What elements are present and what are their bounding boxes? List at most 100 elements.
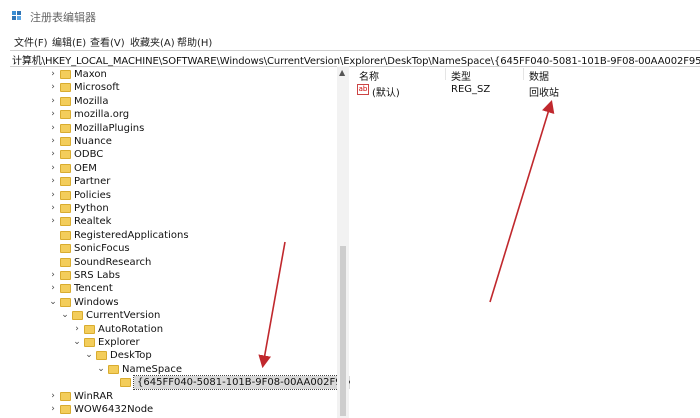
folder-icon bbox=[60, 163, 71, 173]
folder-icon bbox=[60, 271, 71, 280]
chevron-right-icon[interactable]: › bbox=[48, 122, 58, 135]
window-title: 注册表编辑器 bbox=[30, 11, 96, 24]
tree-item[interactable]: › Partner bbox=[48, 175, 350, 188]
chevron-right-icon[interactable]: › bbox=[48, 108, 58, 121]
column-separator[interactable] bbox=[445, 68, 446, 80]
tree-item-label: Tencent bbox=[74, 283, 113, 295]
folder-icon bbox=[60, 83, 71, 93]
tree-item[interactable]: › SRS Labs bbox=[48, 269, 350, 282]
tree-item-label: Policies bbox=[74, 189, 111, 201]
folder-icon bbox=[84, 338, 95, 347]
chevron-right-icon[interactable]: › bbox=[48, 390, 58, 403]
tree-item[interactable]: ⌄ CurrentVersion bbox=[60, 309, 350, 322]
tree-item[interactable]: ⌄ Explorer bbox=[72, 336, 350, 349]
tree-item[interactable]: › mozilla.org bbox=[48, 108, 350, 121]
folder-icon bbox=[60, 177, 71, 187]
tree-item[interactable]: › AutoRotation bbox=[72, 323, 350, 336]
tree-item[interactable]: SoundResearch bbox=[48, 256, 350, 269]
chevron-down-icon[interactable]: ⌄ bbox=[84, 349, 94, 362]
tree-item[interactable]: › Realtek bbox=[48, 215, 350, 228]
tree-item-label: Windows bbox=[74, 296, 119, 308]
tree-item[interactable]: › Mozilla bbox=[48, 95, 350, 108]
tree-item-label: SoundResearch bbox=[74, 256, 152, 268]
folder-icon bbox=[60, 297, 71, 307]
menu-edit[interactable]: 编辑(E) bbox=[52, 34, 86, 49]
tree-item-label: MozillaPlugins bbox=[74, 122, 145, 134]
column-header-type[interactable]: 类型 bbox=[451, 68, 471, 83]
chevron-down-icon[interactable]: ⌄ bbox=[60, 309, 70, 322]
tree-item[interactable]: › Tencent bbox=[48, 282, 350, 295]
folder-icon bbox=[72, 311, 83, 321]
folder-icon bbox=[108, 364, 119, 374]
tree-item[interactable]: RegisteredApplications bbox=[48, 229, 350, 242]
tree-item-label: CurrentVersion bbox=[86, 310, 161, 322]
chevron-right-icon[interactable]: › bbox=[48, 189, 58, 202]
menu-view[interactable]: 查看(V) bbox=[90, 34, 125, 49]
tree-item[interactable]: › OEM bbox=[48, 162, 350, 175]
tree-item[interactable]: › Nuance bbox=[48, 135, 350, 148]
tree-item-label: NameSpace bbox=[122, 363, 182, 375]
chevron-right-icon[interactable]: › bbox=[48, 162, 58, 175]
address-bar[interactable]: 计算机\HKEY_LOCAL_MACHINE\SOFTWARE\Windows\… bbox=[10, 50, 700, 67]
tree-item-label: RegisteredApplications bbox=[74, 229, 189, 241]
chevron-right-icon[interactable]: › bbox=[48, 282, 58, 295]
folder-icon bbox=[60, 96, 71, 106]
folder-icon bbox=[60, 257, 71, 267]
tree-item[interactable]: › Microsoft bbox=[48, 81, 350, 94]
tree-item-label: WinRAR bbox=[74, 390, 114, 402]
key-tree: › Maxon › Microsoft › Mozilla › mozilla.org › Moz… bbox=[10, 67, 350, 418]
tree-item[interactable]: › Maxon bbox=[48, 68, 350, 81]
menu-bar: 文件(F) 编辑(E) 查看(V) 收藏夹(A) 帮助(H) bbox=[0, 33, 700, 49]
tree-item-label: Nuance bbox=[74, 136, 112, 147]
chevron-right-icon[interactable]: › bbox=[48, 68, 58, 81]
tree-item[interactable]: › WinRAR bbox=[48, 390, 350, 403]
tree-item-label: mozilla.org bbox=[74, 109, 130, 121]
chevron-right-icon[interactable]: › bbox=[48, 269, 58, 282]
column-separator[interactable] bbox=[523, 68, 524, 80]
tree-scrollbar[interactable]: ▲ bbox=[337, 66, 349, 418]
tree-item[interactable]: › WOW6432Node bbox=[48, 403, 350, 416]
column-header-data[interactable]: 数据 bbox=[529, 68, 549, 83]
regedit-app-icon bbox=[12, 11, 21, 20]
chevron-right-icon[interactable]: › bbox=[48, 95, 58, 108]
chevron-right-icon[interactable]: › bbox=[72, 323, 82, 336]
value-name: (默认) bbox=[372, 88, 400, 99]
tree-item[interactable]: › Policies bbox=[48, 189, 350, 202]
folder-icon bbox=[60, 190, 71, 200]
chevron-right-icon[interactable]: › bbox=[48, 215, 58, 228]
chevron-right-icon[interactable]: › bbox=[48, 148, 58, 161]
chevron-right-icon[interactable]: › bbox=[48, 403, 58, 416]
chevron-right-icon[interactable]: › bbox=[48, 81, 58, 94]
chevron-right-icon[interactable]: › bbox=[48, 202, 58, 215]
menu-file[interactable]: 文件(F) bbox=[14, 34, 48, 49]
tree-item-label: Mozilla bbox=[74, 95, 109, 107]
tree-item-label: {645FF040-5081-101B-9F08-00AA002F954E} bbox=[133, 375, 350, 391]
tree-item-label: OEM bbox=[74, 162, 97, 174]
expander-placeholder bbox=[108, 376, 118, 389]
tree-item[interactable]: › Python bbox=[48, 202, 350, 215]
address-path[interactable]: 计算机\HKEY_LOCAL_MACHINE\SOFTWARE\Windows\… bbox=[12, 52, 700, 67]
scroll-thumb[interactable] bbox=[340, 246, 346, 416]
scroll-up-arrow-icon[interactable]: ▲ bbox=[339, 68, 345, 77]
tree-item[interactable]: {645FF040-5081-101B-9F08-00AA002F954E} bbox=[108, 375, 350, 391]
tree-item[interactable]: ⌄ NameSpace bbox=[96, 363, 350, 376]
tree-item[interactable]: › MozillaPlugins bbox=[48, 122, 350, 135]
folder-icon bbox=[60, 230, 71, 240]
tree-item-label: AutoRotation bbox=[98, 323, 164, 335]
string-value-icon: ab bbox=[357, 84, 369, 95]
chevron-right-icon[interactable]: › bbox=[48, 175, 58, 188]
folder-icon bbox=[120, 378, 131, 388]
value-row[interactable]: ab (默认) REG_SZ 回收站 bbox=[353, 83, 700, 99]
menu-help[interactable]: 帮助(H) bbox=[177, 34, 212, 49]
chevron-down-icon[interactable]: ⌄ bbox=[96, 363, 106, 376]
chevron-down-icon[interactable]: ⌄ bbox=[72, 336, 82, 349]
tree-item-label: Partner bbox=[74, 176, 111, 188]
chevron-right-icon[interactable]: › bbox=[48, 135, 58, 148]
menu-favorites[interactable]: 收藏夹(A) bbox=[130, 34, 175, 49]
tree-item[interactable]: › ODBC bbox=[48, 148, 350, 161]
tree-item[interactable]: ⌄ Windows bbox=[48, 296, 350, 309]
tree-item[interactable]: SonicFocus bbox=[48, 242, 350, 255]
column-header-name[interactable]: 名称 bbox=[359, 68, 379, 83]
tree-item[interactable]: ⌄ DeskTop bbox=[84, 349, 350, 362]
chevron-down-icon[interactable]: ⌄ bbox=[48, 296, 58, 309]
